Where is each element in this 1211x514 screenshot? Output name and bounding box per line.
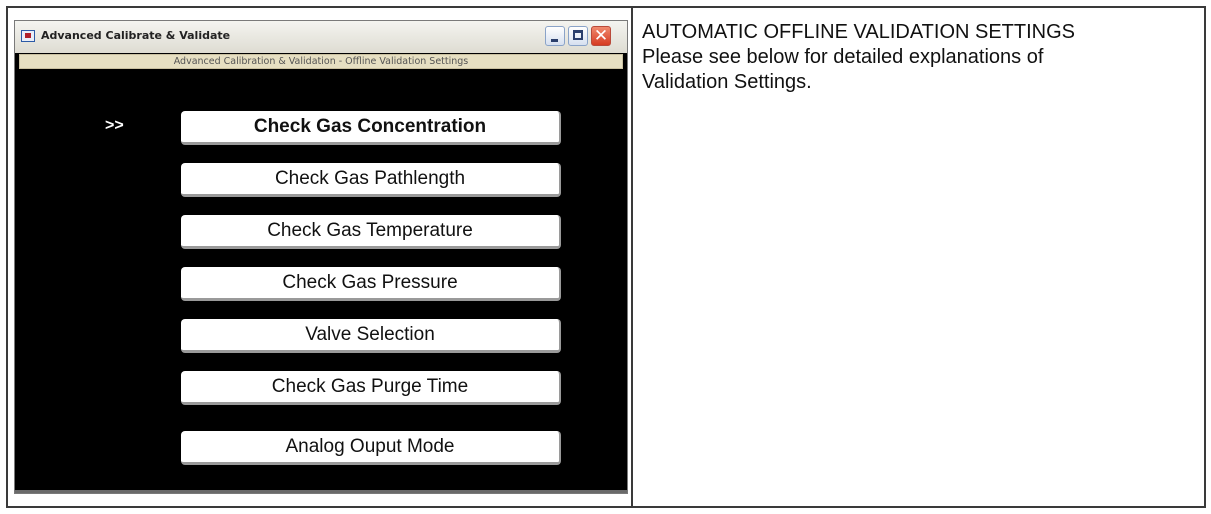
check-gas-purge-time-button[interactable]: Check Gas Purge Time — [181, 371, 561, 405]
title-bar[interactable]: Advanced Calibrate & Validate ✕ — [15, 21, 627, 53]
maximize-button[interactable] — [568, 26, 588, 46]
check-gas-temperature-button[interactable]: Check Gas Temperature — [181, 215, 561, 249]
minimize-button[interactable] — [545, 26, 565, 46]
selection-marker: >> — [105, 117, 124, 134]
check-gas-pressure-button[interactable]: Check Gas Pressure — [181, 267, 561, 301]
window-title: Advanced Calibrate & Validate — [41, 29, 231, 42]
description-body-line-1: Please see below for detailed explanatio… — [642, 46, 1044, 68]
analog-output-mode-button[interactable]: Analog Ouput Mode — [181, 431, 561, 465]
app-window-icon — [21, 30, 35, 42]
valve-selection-button[interactable]: Valve Selection — [181, 319, 561, 353]
check-gas-pathlength-button[interactable]: Check Gas Pathlength — [181, 163, 561, 197]
description-heading: AUTOMATIC OFFLINE VALIDATION SETTINGS — [642, 21, 1076, 43]
app-window: Advanced Calibrate & Validate ✕ Advanced… — [14, 20, 628, 494]
panel-divider — [631, 6, 633, 508]
description-panel: AUTOMATIC OFFLINE VALIDATION SETTINGS Pl… — [642, 20, 1202, 95]
check-gas-concentration-button[interactable]: Check Gas Concentration — [181, 111, 561, 145]
close-icon: ✕ — [593, 26, 609, 46]
window-footer — [15, 490, 627, 493]
description-body-line-2: Validation Settings. — [642, 71, 812, 93]
close-button[interactable]: ✕ — [591, 26, 611, 46]
subtitle-bar: Advanced Calibration & Validation - Offl… — [19, 54, 623, 69]
